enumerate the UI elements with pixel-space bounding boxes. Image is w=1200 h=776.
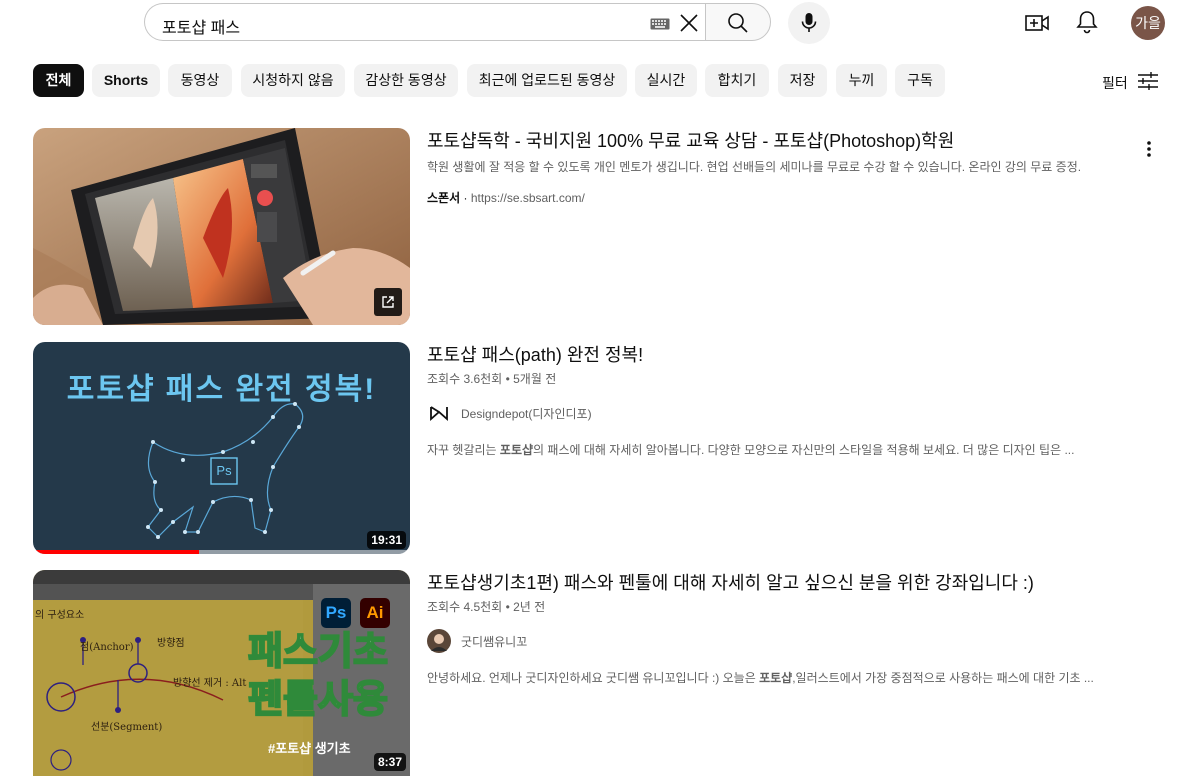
chip-live[interactable]: 실시간 [635,64,697,97]
thumbnail-tag: #포토샵 생기초 [268,741,351,756]
thumb-label-direction: 방향점 [157,638,185,649]
ad-description: 학원 생활에 잘 적응 할 수 있도록 개인 멘토가 생깁니다. 현업 선배들의… [427,160,1082,174]
video-info: 포토샵 패스(path) 완전 정복! 조회수 3.6천회 • 5개월 전 De… [427,342,1127,458]
chip-unwatched[interactable]: 시청하지 않음 [241,64,345,97]
ad-info: 포토샵독학 - 국비지원 100% 무료 교육 상담 - 포토샵(Photosh… [427,128,1127,206]
create-video-icon[interactable] [1024,10,1050,36]
illustrator-logo: Ai [360,598,390,628]
account-avatar[interactable]: 가을 [1131,6,1165,40]
filter-label: 필터 [1102,75,1128,91]
view-count: 조회수 4.5천회 [427,600,503,614]
video-duration: 19:31 [367,531,406,549]
search-query-text: 포토샵 패스 [162,20,241,37]
channel-avatar-icon[interactable] [427,629,451,653]
chip-save[interactable]: 저장 [778,64,827,97]
photoshop-logo: Ps [321,598,351,628]
thumb-label-anchor: 점(Anchor) [80,642,134,653]
desc-text: 자꾸 헷갈리는 [427,443,500,457]
dog-path-illustration [146,402,304,539]
channel-logo-icon[interactable] [427,401,451,425]
channel-name[interactable]: 굿디쌤유니꼬 [461,633,527,650]
sponsor-label: 스폰서 [427,191,461,205]
view-count: 조회수 3.6천회 [427,372,503,386]
search-input[interactable]: 포토샵 패스 [144,3,705,41]
desc-text-rest: ,일러스트에서 가장 중점적으로 사용하는 패스에 대한 기초 ... [792,671,1094,685]
ad-sponsor-line: 스폰서 · https://se.sbsart.com/ [427,191,585,205]
chip-shorts[interactable]: Shorts [92,64,160,97]
upload-age: 5개월 전 [513,372,557,386]
channel-row[interactable]: Designdepot(디자인디포) [427,401,1127,425]
clear-search-icon[interactable] [678,12,700,34]
watch-progress-fill [33,550,199,554]
upload-age: 2년 전 [513,600,546,614]
video-meta: 조회수 3.6천회 • 5개월 전 [427,372,557,386]
video-meta: 조회수 4.5천회 • 2년 전 [427,600,546,614]
desc-highlight: 포토샵 [759,671,793,685]
channel-row[interactable]: 굿디쌤유니꼬 [427,629,1127,653]
notifications-bell-icon[interactable] [1074,9,1100,35]
keyboard-icon[interactable] [650,18,670,30]
search-icon [728,13,748,33]
external-link-button[interactable] [374,288,402,316]
thumb-label-elements: 의 구성요소 [35,610,85,621]
video-result[interactable]: 의 구성요소 점(Anchor) 방향점 방향선 제거 : Alt 선분(Seg… [33,570,1173,776]
thumbnail-headline-1: 패스기초 [247,630,389,674]
more-actions-icon[interactable] [1139,138,1159,160]
ad-url[interactable]: https://se.sbsart.com/ [471,191,585,205]
chip-compositing[interactable]: 합치기 [705,64,769,97]
chip-recently-uploaded[interactable]: 최근에 업로드된 동영상 [467,64,627,97]
video-result[interactable]: 포토샵 패스 완전 정복! Ps 19:31 포토샵 패스(path) 완전 정… [33,342,1173,554]
channel-name[interactable]: Designdepot(디자인디포) [461,405,592,422]
video-duration: 8:37 [373,753,406,771]
chip-all[interactable]: 전체 [33,64,84,97]
desc-text-rest: 의 패스에 대해 자세히 알아봅니다. 다양한 모양으로 자신만의 스타일을 적… [533,443,1075,457]
tablet-photo-image [33,128,410,325]
ad-title[interactable]: 포토샵독학 - 국비지원 100% 무료 교육 상담 - 포토샵(Photosh… [427,128,1127,154]
ad-thumbnail[interactable] [33,128,410,325]
video-thumbnail[interactable]: 의 구성요소 점(Anchor) 방향점 방향선 제거 : Alt 선분(Seg… [33,570,410,776]
ad-result[interactable]: 포토샵독학 - 국비지원 100% 무료 교육 상담 - 포토샵(Photosh… [33,128,1173,325]
search-bar: 포토샵 패스 [144,3,771,43]
video-thumbnail[interactable]: 포토샵 패스 완전 정복! Ps 19:31 [33,342,410,554]
desc-highlight: 포토샵 [499,443,534,457]
microphone-icon [801,13,817,32]
video-description: 안녕하세요. 언제나 굿디자인하세요 굿디쌤 유니꼬입니다 :) 오늘은 포토샵… [427,669,1127,686]
search-button[interactable] [705,3,771,41]
video-title[interactable]: 포토샵 패스(path) 완전 정복! [427,342,1127,368]
voice-search-button[interactable] [788,2,830,44]
chip-videos[interactable]: 동영상 [168,64,232,97]
photoshop-badge: Ps [216,463,232,478]
watch-progress-track [33,550,410,554]
video-info: 포토샵생기초1편) 패스와 펜툴에 대해 자세히 알고 싶으신 분을 위한 강좌… [427,570,1127,686]
chip-watched[interactable]: 감상한 동영상 [354,64,458,97]
filter-sliders-icon [1138,72,1158,90]
chip-cutout[interactable]: 누끼 [836,64,887,97]
thumbnail-headline-2: 펜툴사용 [247,678,389,722]
video-title[interactable]: 포토샵생기초1편) 패스와 펜툴에 대해 자세히 알고 싶으신 분을 위한 강좌… [427,570,1127,596]
thumb-label-segment: 선분(Segment) [91,722,163,733]
external-link-icon [382,296,394,308]
chip-subscriptions[interactable]: 구독 [895,64,945,97]
desc-text: 안녕하세요. 언제나 굿디자인하세요 굿디쌤 유니꼬입니다 :) 오늘은 [427,671,760,685]
video-description: 자꾸 헷갈리는 포토샵의 패스에 대해 자세히 알아봅니다. 다양한 모양으로 … [427,441,1127,458]
